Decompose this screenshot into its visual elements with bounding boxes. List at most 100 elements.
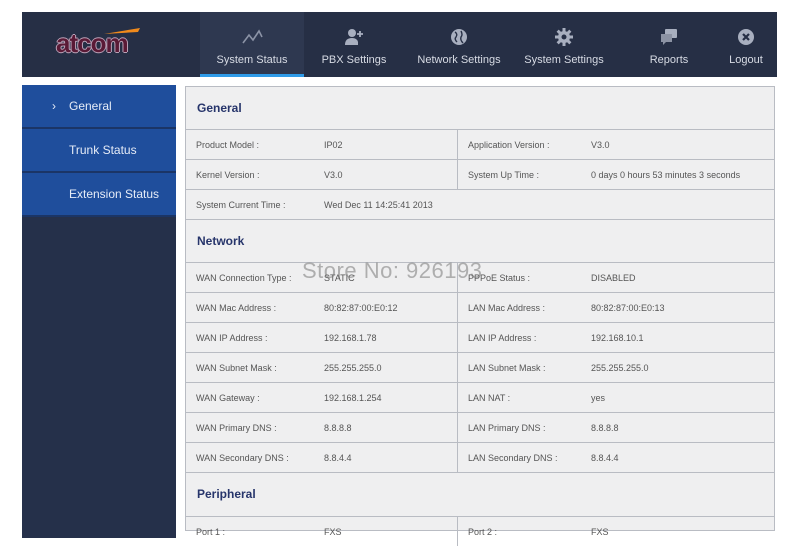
table-row: Kernel Version : V3.0 System Up Time : 0… [186, 160, 774, 190]
field-label: WAN IP Address : [196, 333, 268, 343]
nav-logout[interactable]: Logout [718, 12, 774, 77]
column-divider [457, 383, 458, 412]
nav-label: Logout [729, 54, 763, 66]
nav-network-settings[interactable]: Network Settings [404, 12, 514, 77]
column-divider [457, 443, 458, 472]
field-label: WAN Gateway : [196, 393, 260, 403]
field-value: 80:82:87:00:E0:13 [591, 303, 665, 313]
atcom-logo: atcom [56, 26, 146, 58]
field-label: LAN NAT : [468, 393, 511, 403]
field-label: System Current Time : [196, 200, 286, 210]
nav-system-settings[interactable]: System Settings [514, 12, 614, 77]
field-label: WAN Subnet Mask : [196, 363, 277, 373]
field-value: 8.8.8.8 [324, 423, 352, 433]
field-value: STATIC [324, 273, 355, 283]
table-row: System Current Time : Wed Dec 11 14:25:4… [186, 190, 774, 220]
field-value: 0 days 0 hours 53 minutes 3 seconds [591, 170, 741, 180]
field-label: WAN Mac Address : [196, 303, 277, 313]
nav-pbx-settings[interactable]: PBX Settings [304, 12, 404, 77]
nav-label: Reports [649, 54, 689, 66]
nav-label: Network Settings [417, 54, 501, 66]
section-general-header: General [186, 87, 774, 130]
table-row: WAN Connection Type : STATIC PPPoE Statu… [186, 263, 774, 293]
field-label: Product Model : [196, 140, 260, 150]
field-label: System Up Time : [468, 170, 540, 180]
field-label: LAN Secondary DNS : [468, 453, 558, 463]
field-label: LAN Subnet Mask : [468, 363, 546, 373]
logo-text: atcom [56, 28, 129, 58]
column-divider [457, 517, 458, 546]
field-value: 80:82:87:00:E0:12 [324, 303, 398, 313]
user-add-icon [345, 29, 363, 45]
field-value: 8.8.8.8 [591, 423, 619, 433]
nav-reports[interactable]: Reports [634, 12, 704, 77]
status-panel: General Product Model : IP02 Application… [185, 86, 775, 546]
globe-icon [451, 29, 467, 45]
sidebar-item-trunk-status[interactable]: Trunk Status [22, 129, 176, 173]
field-value: DISABLED [591, 273, 636, 283]
field-value: 8.8.4.4 [591, 453, 619, 463]
field-value: IP02 [324, 140, 343, 150]
field-label: LAN Primary DNS : [468, 423, 546, 433]
chevron-right-icon: › [52, 99, 56, 113]
nav-label: System Status [216, 54, 288, 66]
sidebar-item-extension-status[interactable]: Extension Status [22, 173, 176, 217]
sidebar-item-general[interactable]: › General [22, 85, 176, 129]
sidebar-item-label: Trunk Status [69, 143, 137, 157]
field-value: V3.0 [324, 170, 343, 180]
field-label: LAN IP Address : [468, 333, 537, 343]
table-row: WAN IP Address : 192.168.1.78 LAN IP Add… [186, 323, 774, 353]
nav-label: PBX Settings [321, 54, 387, 66]
field-value: 255.255.255.0 [591, 363, 649, 373]
field-label: Kernel Version : [196, 170, 260, 180]
field-value: yes [591, 393, 606, 403]
field-label: PPPoE Status : [468, 273, 531, 283]
table-row: WAN Gateway : 192.168.1.254 LAN NAT : ye… [186, 383, 774, 413]
field-label: WAN Secondary DNS : [196, 453, 289, 463]
table-row: WAN Primary DNS : 8.8.8.8 LAN Primary DN… [186, 413, 774, 443]
sidebar: › General Trunk Status Extension Status [22, 85, 176, 538]
close-circle-icon [738, 29, 754, 45]
field-label: Application Version : [468, 140, 550, 150]
field-value: 192.168.1.254 [324, 393, 382, 403]
section-title: General [197, 101, 242, 115]
top-nav-bar: atcom System Status PBX Settings Network… [22, 12, 777, 77]
field-label: Port 2 : [468, 527, 498, 537]
field-label: WAN Primary DNS : [196, 423, 277, 433]
column-divider [457, 130, 458, 159]
field-value: FXS [324, 527, 342, 537]
section-peripheral-header: Peripheral [186, 473, 774, 517]
nav-label: System Settings [524, 54, 604, 66]
column-divider [457, 293, 458, 322]
column-divider [457, 413, 458, 442]
table-row: WAN Secondary DNS : 8.8.4.4 LAN Secondar… [186, 443, 774, 473]
field-value: FXS [591, 527, 609, 537]
column-divider [457, 353, 458, 382]
table-row: Port 1 : FXS Port 2 : FXS [186, 517, 774, 546]
field-value: 255.255.255.0 [324, 363, 382, 373]
section-title: Network [197, 234, 245, 248]
field-value: 192.168.1.78 [324, 333, 377, 343]
field-value: 8.8.4.4 [324, 453, 352, 463]
sidebar-item-label: General [69, 99, 112, 113]
column-divider [457, 263, 458, 292]
field-value: V3.0 [591, 140, 610, 150]
field-label: WAN Connection Type : [196, 273, 292, 283]
field-label: Port 1 : [196, 527, 226, 537]
table-row: Product Model : IP02 Application Version… [186, 130, 774, 160]
chat-bubbles-icon [661, 29, 677, 45]
field-value: Wed Dec 11 14:25:41 2013 [324, 200, 433, 210]
table-row: WAN Subnet Mask : 255.255.255.0 LAN Subn… [186, 353, 774, 383]
table-row: WAN Mac Address : 80:82:87:00:E0:12 LAN … [186, 293, 774, 323]
section-title: Peripheral [197, 487, 256, 501]
field-value: 192.168.10.1 [591, 333, 644, 343]
active-tab-indicator [200, 74, 304, 77]
sidebar-item-label: Extension Status [69, 187, 160, 201]
column-divider [457, 160, 458, 189]
column-divider [457, 323, 458, 352]
gear-icon [555, 28, 573, 46]
nav-system-status[interactable]: System Status [200, 12, 304, 77]
chart-line-icon [242, 29, 263, 44]
section-network-header: Network [186, 220, 774, 263]
field-label: LAN Mac Address : [468, 303, 546, 313]
